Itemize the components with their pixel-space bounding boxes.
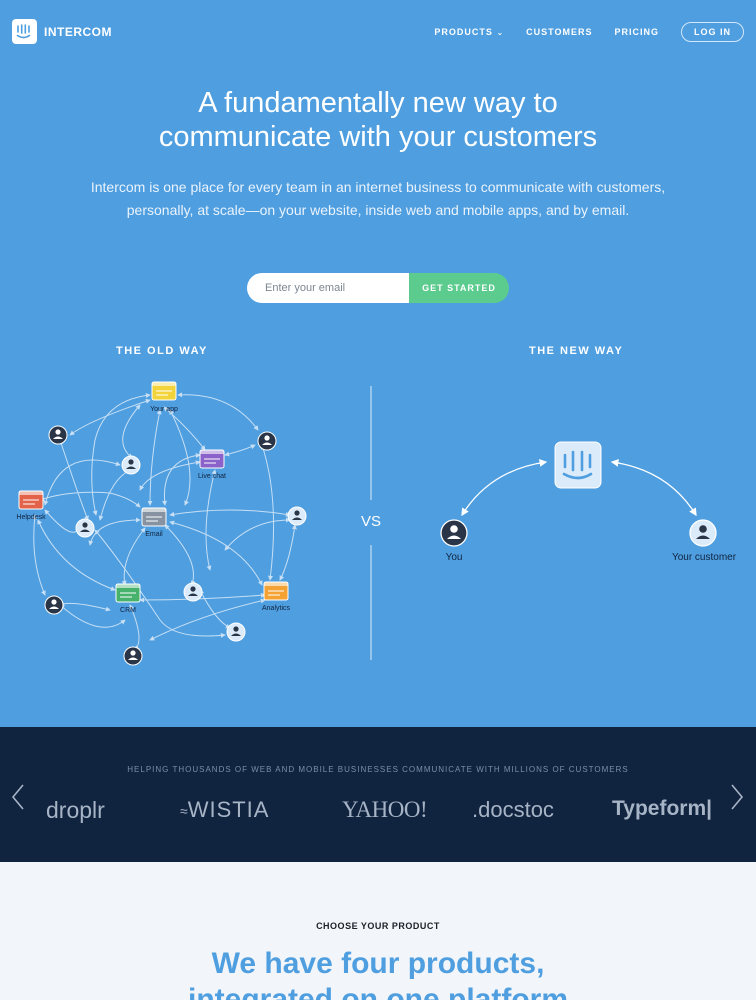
node-email — [141, 507, 167, 527]
customer-logo-droplr: droplr — [46, 797, 105, 823]
node-live-chat — [199, 449, 225, 469]
label-your-app: Your app — [150, 406, 178, 413]
old-way-label: THE OLD WAY — [116, 345, 208, 357]
person-avatar-icon — [183, 582, 203, 602]
nav-products-label: PRODUCTS — [434, 27, 493, 37]
hero-subhead: Intercom is one place for every team in … — [90, 179, 666, 218]
your-customer-avatar-icon — [689, 519, 717, 547]
chevron-down-icon: ⌄ — [496, 28, 505, 37]
person-avatar-icon — [44, 595, 64, 615]
node-your-app — [151, 381, 177, 401]
login-button[interactable]: LOG IN — [681, 22, 744, 42]
get-started-button[interactable]: GET STARTED — [409, 273, 509, 303]
products-title-line-2: integrated on one platform — [187, 983, 568, 1000]
label-your-customer: Your customer — [672, 552, 737, 563]
person-avatar-icon — [121, 455, 141, 475]
wistia-mark-icon: ≈ — [180, 803, 188, 820]
intercom-logo[interactable]: INTERCOM — [12, 19, 112, 44]
intercom-logo-icon — [12, 19, 37, 44]
brand-name: INTERCOM — [44, 24, 112, 39]
person-avatar-icon — [75, 518, 95, 538]
label-you: You — [446, 552, 463, 563]
you-avatar-icon — [440, 519, 468, 547]
label-live-chat: Live chat — [198, 473, 226, 480]
person-avatar-icon — [123, 646, 143, 666]
label-email: Email — [145, 531, 163, 538]
node-helpdesk — [18, 490, 44, 510]
hero-section: INTERCOM PRODUCTS ⌄ CUSTOMERS PRICING LO… — [0, 0, 756, 727]
email-input[interactable] — [247, 273, 409, 303]
node-crm — [115, 583, 141, 603]
carousel-prev-button[interactable] — [10, 783, 26, 816]
person-avatar-icon — [226, 622, 246, 642]
products-title: We have four products, integrated on one… — [0, 946, 756, 1000]
carousel-next-button[interactable] — [729, 783, 745, 816]
customer-logo-wistia-text: WISTIA — [187, 797, 270, 822]
chevron-left-icon — [11, 784, 24, 810]
hero-headline-line-1: A fundamentally new way to — [198, 87, 558, 119]
label-crm: CRM — [120, 607, 136, 614]
node-analytics — [263, 581, 289, 601]
choose-product-eyebrow: CHOOSE YOUR PRODUCT — [316, 921, 440, 931]
customer-logo-yahoo: YAHOO! — [342, 797, 428, 822]
person-avatar-icon — [287, 506, 307, 526]
customer-logo-docstoc: .docstoc — [472, 797, 554, 822]
label-helpdesk: Helpdesk — [16, 514, 46, 521]
customers-band: HELPING THOUSANDS OF WEB AND MOBILE BUSI… — [0, 727, 756, 862]
nav-customers[interactable]: CUSTOMERS — [526, 27, 592, 37]
signup-form: GET STARTED — [247, 273, 509, 303]
products-title-line-1: We have four products, — [211, 947, 545, 980]
customers-caption: HELPING THOUSANDS OF WEB AND MOBILE BUSI… — [127, 765, 629, 774]
customer-logo-wistia: ≈WISTIA — [180, 797, 269, 823]
new-way-label: THE NEW WAY — [529, 345, 624, 357]
intercom-hub-icon — [554, 441, 602, 489]
nav-pricing[interactable]: PRICING — [614, 27, 659, 37]
chevron-right-icon — [731, 784, 744, 810]
top-nav: PRODUCTS ⌄ CUSTOMERS PRICING LOG IN — [412, 22, 744, 42]
vs-label: VS — [360, 513, 381, 530]
person-avatar-icon — [48, 425, 68, 445]
label-analytics: Analytics — [262, 605, 291, 612]
customer-logo-typeform: Typeform| — [612, 797, 712, 820]
nav-products[interactable]: PRODUCTS ⌄ — [434, 27, 504, 37]
person-avatar-icon — [257, 431, 277, 451]
hero-headline-line-2: communicate with your customers — [158, 121, 598, 153]
hero-headline: A fundamentally new way to communicate w… — [0, 86, 756, 154]
